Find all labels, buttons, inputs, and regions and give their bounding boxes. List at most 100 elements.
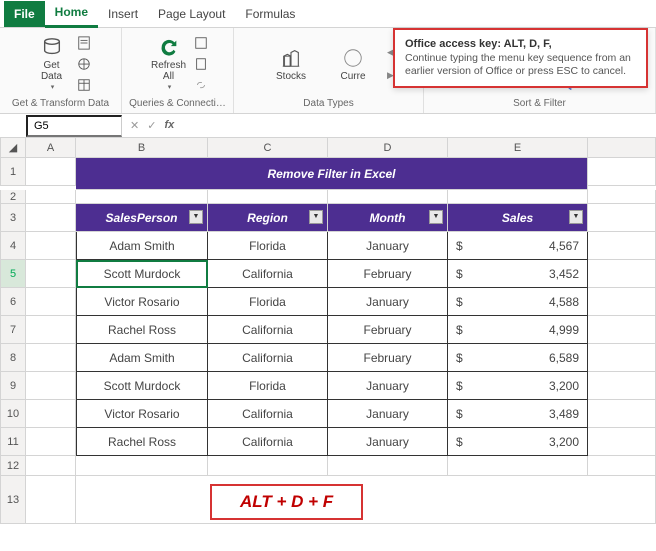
th-sales[interactable]: Sales▼ [448,204,588,232]
from-table-button[interactable] [77,76,91,94]
row-header[interactable]: 11 [0,428,26,456]
row-header[interactable]: 13 [0,476,26,524]
cancel-icon[interactable]: ✕ [130,119,139,132]
cell[interactable] [26,232,76,260]
cell[interactable] [588,428,656,456]
cell[interactable] [588,316,656,344]
cell-salesperson[interactable]: Scott Murdock [76,372,208,400]
refresh-all-button[interactable]: Refresh All [148,34,190,94]
row-header[interactable]: 3 [0,204,26,232]
cell-sales[interactable]: $3,489 [448,400,588,428]
cell-sales[interactable]: $4,567 [448,232,588,260]
row-header[interactable]: 7 [0,316,26,344]
row-header[interactable]: 12 [0,456,26,476]
row-header[interactable]: 8 [0,344,26,372]
filter-dropdown-icon[interactable]: ▼ [569,210,583,224]
cell-region[interactable]: California [208,428,328,456]
cell[interactable] [588,260,656,288]
cell[interactable] [448,190,588,204]
cell[interactable] [588,158,656,186]
cell-region[interactable]: Florida [208,232,328,260]
col-header[interactable] [588,138,656,158]
cell-sales[interactable]: $4,588 [448,288,588,316]
filter-dropdown-icon[interactable]: ▼ [189,210,203,224]
col-header[interactable]: B [76,138,208,158]
cell-region[interactable]: Florida [208,372,328,400]
cell-salesperson[interactable]: Adam Smith [76,344,208,372]
cell-sales[interactable]: $3,200 [448,428,588,456]
editlinks-btn[interactable] [194,76,208,94]
cell[interactable] [588,288,656,316]
from-web-button[interactable] [77,55,91,73]
cell[interactable] [26,158,76,186]
cell[interactable] [208,190,328,204]
cell[interactable] [26,456,76,476]
col-header[interactable]: D [328,138,448,158]
select-all-corner[interactable]: ◢ [0,138,26,158]
filter-dropdown-icon[interactable]: ▼ [429,210,443,224]
col-header[interactable]: A [26,138,76,158]
col-header[interactable]: C [208,138,328,158]
cell[interactable] [26,400,76,428]
get-data-button[interactable]: Get Data [31,34,73,94]
cell[interactable] [26,316,76,344]
cell[interactable] [26,190,76,204]
cell-region[interactable]: California [208,316,328,344]
cell-salesperson[interactable]: Scott Murdock [76,260,208,288]
from-text-button[interactable] [77,34,91,52]
cell-month[interactable]: February [328,260,448,288]
cell-month[interactable]: February [328,344,448,372]
cell[interactable] [588,400,656,428]
properties-btn[interactable] [194,55,208,73]
cell-sales[interactable]: $3,452 [448,260,588,288]
cell[interactable] [328,190,448,204]
cell[interactable] [26,204,76,232]
row-header[interactable]: 4 [0,232,26,260]
enter-icon[interactable]: ✓ [147,119,156,132]
cell-salesperson[interactable]: Rachel Ross [76,428,208,456]
cell-region[interactable]: California [208,344,328,372]
th-region[interactable]: Region▼ [208,204,328,232]
cell-sales[interactable]: $6,589 [448,344,588,372]
cell[interactable] [208,456,328,476]
cell[interactable] [26,288,76,316]
tab-page-layout[interactable]: Page Layout [148,1,235,27]
cell[interactable] [26,372,76,400]
cell[interactable] [588,204,656,232]
cell-sales[interactable]: $4,999 [448,316,588,344]
cell-month[interactable]: February [328,316,448,344]
cell-month[interactable]: January [328,288,448,316]
row-header[interactable]: 9 [0,372,26,400]
cell[interactable] [448,456,588,476]
cell-region[interactable]: California [208,260,328,288]
row-header[interactable]: 1 [0,158,26,186]
cell-salesperson[interactable]: Rachel Ross [76,316,208,344]
cell[interactable] [26,344,76,372]
cell-region[interactable]: California [208,400,328,428]
cell[interactable] [328,456,448,476]
stocks-button[interactable]: Stocks [263,34,319,94]
row-header[interactable]: 10 [0,400,26,428]
col-header[interactable]: E [448,138,588,158]
cell-salesperson[interactable]: Adam Smith [76,232,208,260]
cell[interactable] [588,232,656,260]
cell-region[interactable]: Florida [208,288,328,316]
cell[interactable] [26,476,76,524]
cell[interactable] [26,260,76,288]
cell[interactable] [588,190,656,204]
cell[interactable] [588,372,656,400]
tab-formulas[interactable]: Formulas [235,1,305,27]
cell[interactable] [588,344,656,372]
th-month[interactable]: Month▼ [328,204,448,232]
row-header[interactable]: 5 [0,260,26,288]
cell[interactable] [76,190,208,204]
cell-salesperson[interactable]: Victor Rosario [76,400,208,428]
th-salesperson[interactable]: SalesPerson▼ [76,204,208,232]
row-header[interactable]: 2 [0,190,26,204]
cell-salesperson[interactable]: Victor Rosario [76,288,208,316]
currencies-button[interactable]: Curre [329,34,377,94]
row-header[interactable]: 6 [0,288,26,316]
cell[interactable] [26,428,76,456]
cell-month[interactable]: January [328,232,448,260]
cell-month[interactable]: January [328,400,448,428]
